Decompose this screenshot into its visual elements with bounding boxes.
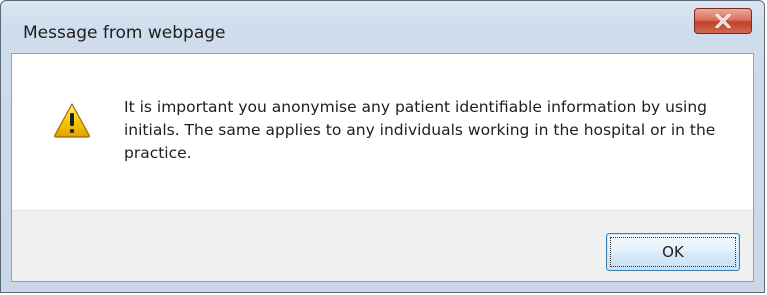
ok-button[interactable]: OK (606, 233, 740, 271)
message-text: It is important you anonymise any patien… (124, 98, 716, 162)
ok-button-label: OK (662, 243, 684, 261)
message-area: It is important you anonymise any patien… (12, 54, 753, 210)
close-x-icon (715, 14, 731, 28)
warning-icon (54, 103, 90, 138)
message-dialog: Message from webpage It is important you… (0, 0, 765, 293)
close-button[interactable] (694, 8, 752, 34)
dialog-body: It is important you anonymise any patien… (11, 53, 754, 282)
window-title: Message from webpage (23, 23, 226, 43)
button-bar: OK (12, 210, 753, 281)
title-bar[interactable]: Message from webpage (1, 1, 764, 53)
